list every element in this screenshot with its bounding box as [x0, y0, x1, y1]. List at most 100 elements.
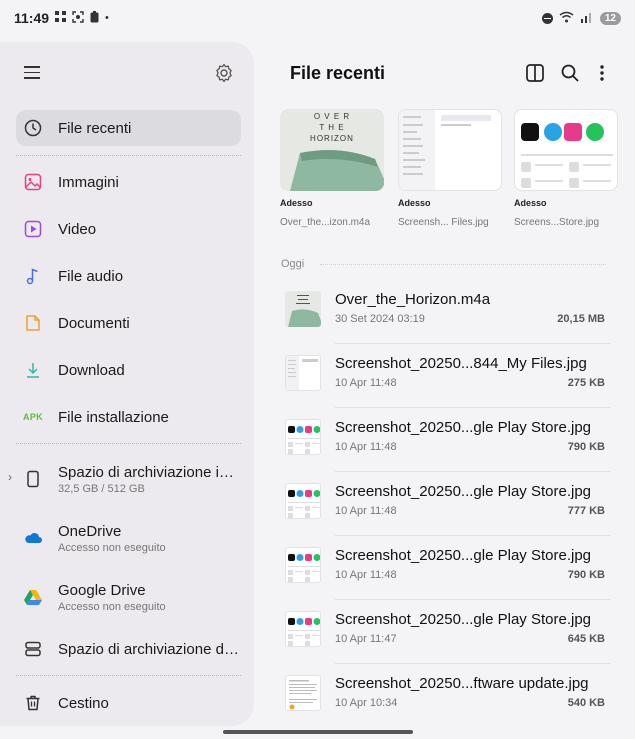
storage-usage: 32,5 GB / 512 GB: [58, 482, 145, 495]
clock-icon: [24, 119, 42, 137]
phone-icon: [24, 470, 42, 488]
file-name: Screenshot_20250...gle Play Store.jpg: [335, 611, 592, 628]
recent-thumbnails: O V E R T H E HORIZON Adesso Over_the...…: [280, 109, 635, 239]
file-row[interactable]: Screenshot_20250...gle Play Store.jpg 10…: [281, 472, 611, 536]
image-thumbnail: [285, 547, 321, 583]
sidebar-item-label: File recenti: [58, 119, 132, 137]
image-icon: [24, 173, 42, 191]
menu-icon[interactable]: [24, 66, 40, 80]
sidebar-item-label: Download: [58, 361, 125, 379]
sidebar-item-onedrive[interactable]: OneDrive Accesso non eseguito: [16, 517, 241, 559]
sidebar-item-internal-storage[interactable]: Spazio di archiviazione interna 32,5 GB …: [16, 458, 241, 500]
do-not-disturb-icon: [541, 12, 553, 24]
sidebar-item-label: Spazio di archiviazione interna: [58, 463, 241, 481]
file-row[interactable]: Screenshot_20250...gle Play Store.jpg 10…: [281, 600, 611, 664]
file-date: 10 Apr 11:48: [335, 569, 397, 581]
sidebar-item-label: Google Drive: [58, 581, 146, 599]
screenshot-preview: [398, 109, 502, 191]
thumbnail-time: Adesso: [280, 198, 313, 208]
page-title: File recenti: [290, 63, 386, 83]
file-row[interactable]: Screenshot_20250...844_My Files.jpg 10 A…: [281, 344, 611, 408]
section-header: Oggi: [281, 258, 305, 270]
screenshot-preview: [514, 109, 618, 191]
video-icon: [24, 220, 42, 238]
status-bar: 11:49 • 12: [0, 0, 635, 36]
onedrive-icon: [24, 529, 42, 547]
file-size: 20,15 MB: [557, 313, 605, 325]
sidebar-item-video[interactable]: Video: [16, 211, 241, 247]
google-drive-icon: [24, 588, 42, 606]
file-date: 10 Apr 11:47: [335, 633, 397, 645]
file-date: 10 Apr 10:34: [335, 697, 398, 709]
image-thumbnail: [285, 483, 321, 519]
sidebar-item-label: File installazione: [58, 408, 169, 426]
grid-icon: [55, 11, 67, 25]
image-thumbnail: [285, 611, 321, 647]
file-name: Over_the_Horizon.m4a: [335, 291, 491, 308]
divider: [320, 264, 606, 265]
file-date: 10 Apr 11:48: [335, 441, 397, 453]
sidebar-item-network-storage[interactable]: Spazio di archiviazione di rete: [16, 631, 241, 667]
sidebar-item-google-drive[interactable]: Google Drive Accesso non eseguito: [16, 576, 241, 618]
status-time: 11:49: [14, 10, 50, 26]
thumbnail-filename: Over_the...izon.m4a: [280, 217, 371, 228]
file-row[interactable]: Screenshot_20250...gle Play Store.jpg 10…: [281, 408, 611, 472]
file-date: 10 Apr 11:48: [335, 377, 397, 389]
sidebar-item-label: OneDrive: [58, 522, 122, 540]
battery-icon: [90, 10, 99, 26]
audio-thumbnail: [285, 291, 321, 327]
notification-dot: •: [105, 12, 109, 24]
thumbnail-filename: Screensh... Files.jpg: [398, 217, 489, 228]
download-icon: [24, 361, 42, 379]
search-icon[interactable]: [559, 62, 581, 84]
file-row[interactable]: Screenshot_20250...gle Play Store.jpg 10…: [281, 536, 611, 600]
sidebar-item-label: Cestino: [58, 694, 109, 712]
chevron-right-icon[interactable]: ›: [8, 470, 12, 484]
sidebar-item-trash[interactable]: Cestino: [16, 685, 241, 721]
recent-thumbnail[interactable]: Adesso Screens...Store.jpg: [514, 109, 618, 228]
gesture-home-bar[interactable]: [223, 730, 413, 734]
file-size: 790 KB: [567, 569, 605, 581]
screenshot-icon: [72, 10, 84, 26]
sidebar-item-label: Spazio di archiviazione di rete: [58, 640, 241, 658]
image-thumbnail: [285, 675, 321, 711]
recent-thumbnail[interactable]: O V E R T H E HORIZON Adesso Over_the...…: [280, 109, 384, 228]
settings-gear-icon[interactable]: [214, 63, 234, 83]
file-name: Screenshot_20250...844_My Files.jpg: [335, 355, 587, 372]
recent-thumbnail[interactable]: Adesso Screensh... Files.jpg: [398, 109, 502, 228]
file-row[interactable]: Over_the_Horizon.m4a 30 Set 2024 03:19 2…: [281, 280, 611, 344]
file-name: Screenshot_20250...gle Play Store.jpg: [335, 547, 592, 564]
thumbnail-time: Adesso: [514, 198, 547, 208]
main-content: File recenti O V E R T H E HORIZON Adess…: [254, 42, 635, 739]
sidebar-item-documents[interactable]: Documenti: [16, 305, 241, 341]
sidebar-item-audio[interactable]: File audio: [16, 258, 241, 294]
sidebar-item-recent-files[interactable]: File recenti: [16, 110, 241, 146]
thumbnail-filename: Screens...Store.jpg: [514, 217, 600, 228]
sidebar-item-label: Video: [58, 220, 97, 238]
more-options-icon[interactable]: [591, 62, 613, 84]
file-size: 275 KB: [567, 377, 605, 389]
sidebar-item-images[interactable]: Immagini: [16, 164, 241, 200]
file-row[interactable]: Screenshot_20250...ftware update.jpg 10 …: [281, 664, 611, 728]
sidebar-item-download[interactable]: Download: [16, 352, 241, 388]
sidebar-item-installation-files[interactable]: APK File installazione: [16, 399, 241, 435]
trash-icon: [24, 694, 42, 712]
split-view-icon[interactable]: [524, 62, 546, 84]
file-size: 645 KB: [567, 633, 605, 645]
file-size: 540 KB: [567, 697, 605, 709]
album-cover: O V E R T H E HORIZON: [280, 109, 384, 191]
apk-icon: APK: [23, 412, 43, 422]
battery-level-badge: 12: [599, 11, 621, 25]
navigation-drawer: File recenti Immagini Video File audio D…: [0, 42, 254, 726]
wifi-icon: [559, 10, 574, 26]
account-status: Accesso non eseguito: [58, 541, 166, 554]
network-storage-icon: [24, 640, 42, 658]
file-name: Screenshot_20250...gle Play Store.jpg: [335, 483, 592, 500]
thumbnail-time: Adesso: [398, 198, 431, 208]
account-status: Accesso non eseguito: [58, 600, 166, 613]
document-icon: [24, 314, 42, 332]
sidebar-item-label: Documenti: [58, 314, 130, 332]
file-size: 790 KB: [567, 441, 605, 453]
file-date: 30 Set 2024 03:19: [335, 313, 425, 325]
divider: [16, 443, 241, 444]
